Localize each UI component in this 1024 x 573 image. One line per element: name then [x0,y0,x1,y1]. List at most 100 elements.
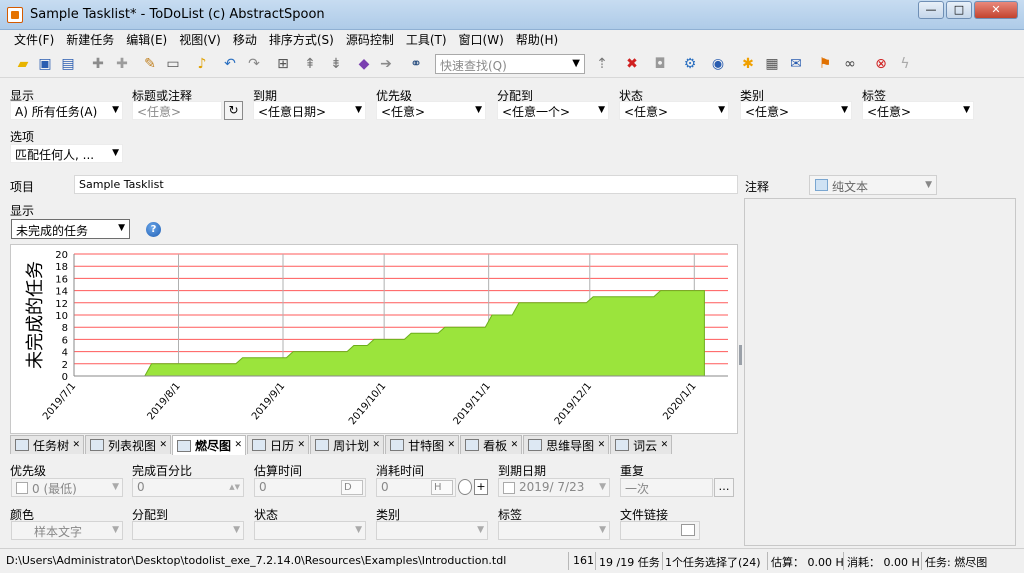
category-combo[interactable]: ▼ [376,521,488,540]
open-folder-icon[interactable]: ▰ [13,54,33,74]
filter-priority-combo[interactable]: <任意> ▼ [376,101,486,120]
expand-icon[interactable]: ⊞ [273,54,293,74]
close-button[interactable]: ✕ [974,1,1018,19]
menu-move[interactable]: 移动 [227,30,263,50]
filter-allocated-combo[interactable]: <任意一个> ▼ [497,101,609,120]
due-date-picker[interactable]: 2019/ 7/23 ▼ [498,478,610,497]
filter-tags-combo[interactable]: <任意> ▼ [862,101,974,120]
move-down-icon[interactable]: ⇟ [326,54,346,74]
close-icon[interactable]: ✕ [598,440,606,450]
menu-edit[interactable]: 编辑(E) [120,30,173,50]
menu-tools[interactable]: 工具(T) [400,30,453,50]
quick-find-combo[interactable]: 快速查找(Q) ▼ [435,54,585,74]
tab-list-view[interactable]: 列表视图 ✕ [85,435,172,454]
add-time-icon[interactable]: + [474,479,488,495]
filter-category-value: <任意> [745,105,790,119]
move-up-icon[interactable]: ⇞ [300,54,320,74]
notes-format-value: 纯文本 [832,180,869,194]
color-combo[interactable]: 样本文字 ▼ [11,521,123,540]
filter-show-combo[interactable]: A) 所有任务(A) ▼ [10,101,123,120]
menu-sort[interactable]: 排序方式(S) [263,30,340,50]
flag-icon[interactable]: ⚑ [815,54,835,74]
estimate-unit[interactable]: D [341,480,363,495]
delete-icon[interactable]: ✖ [622,54,642,74]
due-date-checkbox[interactable] [503,482,515,494]
exit-icon[interactable]: ⊗ [871,54,891,74]
time-spent-unit[interactable]: H [431,480,453,495]
recurrence-field[interactable]: 一次 [620,478,713,497]
link-icon[interactable]: ∞ [840,54,860,74]
file-link-combo[interactable] [620,521,700,540]
project-label: 项目 [10,180,35,194]
help-icon[interactable]: ◉ [708,54,728,74]
tab-word-cloud[interactable]: 词云 ✕ [610,435,673,454]
close-icon[interactable]: ✕ [373,440,381,450]
email-icon[interactable]: ✉ [786,54,806,74]
estimate-field[interactable]: 0 D [254,478,366,497]
percent-done-spinner[interactable]: 0 ▲▼ [132,478,244,497]
minimize-button[interactable]: — [918,1,944,19]
status-combo[interactable]: ▼ [254,521,366,540]
star-icon[interactable]: ✱ [738,54,758,74]
notes-editor[interactable] [744,198,1016,546]
tab-label: 甘特图 [408,438,445,453]
project-name-field[interactable]: Sample Tasklist [74,175,738,194]
time-spent-field[interactable]: 0 H [376,478,456,497]
save-icon[interactable]: ▣ [35,54,55,74]
tags-combo[interactable]: ▼ [498,521,610,540]
priority-combo[interactable]: 0 (最低) ▼ [11,478,123,497]
filter-title-input[interactable]: <任意> [132,101,222,120]
add-task-icon[interactable]: ✚ [88,54,108,74]
save-all-icon[interactable]: ▤ [58,54,78,74]
tab-task-tree[interactable]: 任务树 ✕ [10,435,85,454]
help-icon[interactable]: ? [146,222,161,237]
filter-due-combo[interactable]: <任意日期> ▼ [253,101,366,120]
edit-icon[interactable]: ✎ [140,54,160,74]
menu-file[interactable]: 文件(F) [8,30,60,50]
filter-status-combo[interactable]: <任意> ▼ [619,101,729,120]
filter-options-combo[interactable]: 匹配任何人, ... ▼ [10,144,123,163]
note-icon[interactable]: ▭ [163,54,183,74]
close-icon[interactable]: ✕ [661,440,669,450]
browse-folder-icon[interactable] [681,524,695,536]
notes-format-combo[interactable]: 纯文本 ▼ [809,175,937,195]
clock-icon[interactable] [458,479,472,495]
tab-kanban[interactable]: 看板 ✕ [460,435,523,454]
arrow-right-icon[interactable]: ➔ [376,54,396,74]
tab-burndown[interactable]: 燃尽图 ✕ [172,435,247,455]
display-combo[interactable]: 未完成的任务 ▼ [11,219,130,239]
redo-icon[interactable]: ↷ [244,54,264,74]
sort-icon[interactable]: ⇡ [592,54,612,74]
menu-help[interactable]: 帮助(H) [510,30,564,50]
menu-window[interactable]: 窗口(W) [453,30,510,50]
maximize-button[interactable]: □ [946,1,972,19]
settings-icon[interactable]: ⚙ [680,54,700,74]
ellipsis-button[interactable]: … [714,478,734,497]
splitter-handle[interactable] [739,345,742,365]
tab-mindmap[interactable]: 思维导图 ✕ [523,435,610,454]
lightning-icon[interactable]: ϟ [895,54,915,74]
close-icon[interactable]: ✕ [72,440,80,450]
reminder-bell-icon[interactable]: ♪ [192,54,212,74]
filter-category-combo[interactable]: <任意> ▼ [740,101,852,120]
close-icon[interactable]: ✕ [298,440,306,450]
close-icon[interactable]: ✕ [511,440,519,450]
print-icon[interactable]: ▦ [762,54,782,74]
tab-week-planner[interactable]: 周计划 ✕ [310,435,385,454]
lock-icon[interactable]: ◘ [650,54,670,74]
menu-new-task[interactable]: 新建任务 [60,30,120,50]
close-icon[interactable]: ✕ [235,440,243,450]
menu-source-control[interactable]: 源码控制 [340,30,400,50]
undo-icon[interactable]: ↶ [220,54,240,74]
menu-view[interactable]: 视图(V) [173,30,227,50]
refresh-icon[interactable]: ↻ [224,101,243,120]
close-icon[interactable]: ✕ [159,440,167,450]
allocated-combo[interactable]: ▼ [132,521,244,540]
chevron-down-icon: ▼ [112,482,119,492]
close-icon[interactable]: ✕ [448,440,456,450]
tab-gantt[interactable]: 甘特图 ✕ [385,435,460,454]
arrow-left-icon[interactable]: ◆ [354,54,374,74]
add-subtask-icon[interactable]: ✚ [112,54,132,74]
binoculars-icon[interactable]: ⚭ [406,54,426,74]
tab-calendar[interactable]: 日历 ✕ [247,435,310,454]
